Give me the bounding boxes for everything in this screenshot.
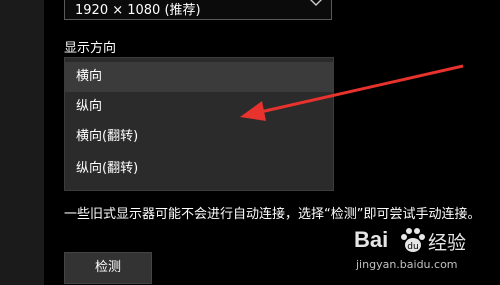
orientation-dropdown[interactable]: 横向 纵向 横向(翻转) 纵向(翻转) [64, 57, 334, 191]
svg-text:du: du [407, 242, 418, 252]
detect-button[interactable]: 检测 [64, 252, 152, 284]
resolution-select[interactable]: 1920 × 1080 (推荐) [64, 0, 332, 20]
chevron-down-icon [310, 0, 322, 6]
watermark-jingyan: 经验 [428, 232, 467, 254]
display-settings-page: 1920 × 1080 (推荐) 显示方向 横向 纵向 横向(翻转) 纵向(翻转… [0, 0, 500, 285]
orientation-option-portrait[interactable]: 纵向 [65, 92, 333, 122]
watermark-brand: Bai [354, 227, 389, 252]
left-sidebar [0, 0, 44, 285]
orientation-label: 显示方向 [64, 41, 117, 56]
orientation-option-landscape-flipped[interactable]: 横向(翻转) [65, 122, 333, 152]
orientation-option-portrait-flipped[interactable]: 纵向(翻转) [65, 154, 333, 184]
detect-info-text: 一些旧式显示器可能不会进行自动连接，选择“检测”即可尝试手动连接。 [64, 207, 481, 222]
resolution-select-value: 1920 × 1080 (推荐) [75, 3, 201, 18]
paw-icon: du [401, 228, 425, 252]
orientation-option-landscape[interactable]: 横向 [65, 62, 333, 92]
baidu-jingyan-watermark: Bai du 经验 jingyan.baidu.com [354, 225, 494, 281]
watermark-url: jingyan.baidu.com [356, 258, 458, 271]
